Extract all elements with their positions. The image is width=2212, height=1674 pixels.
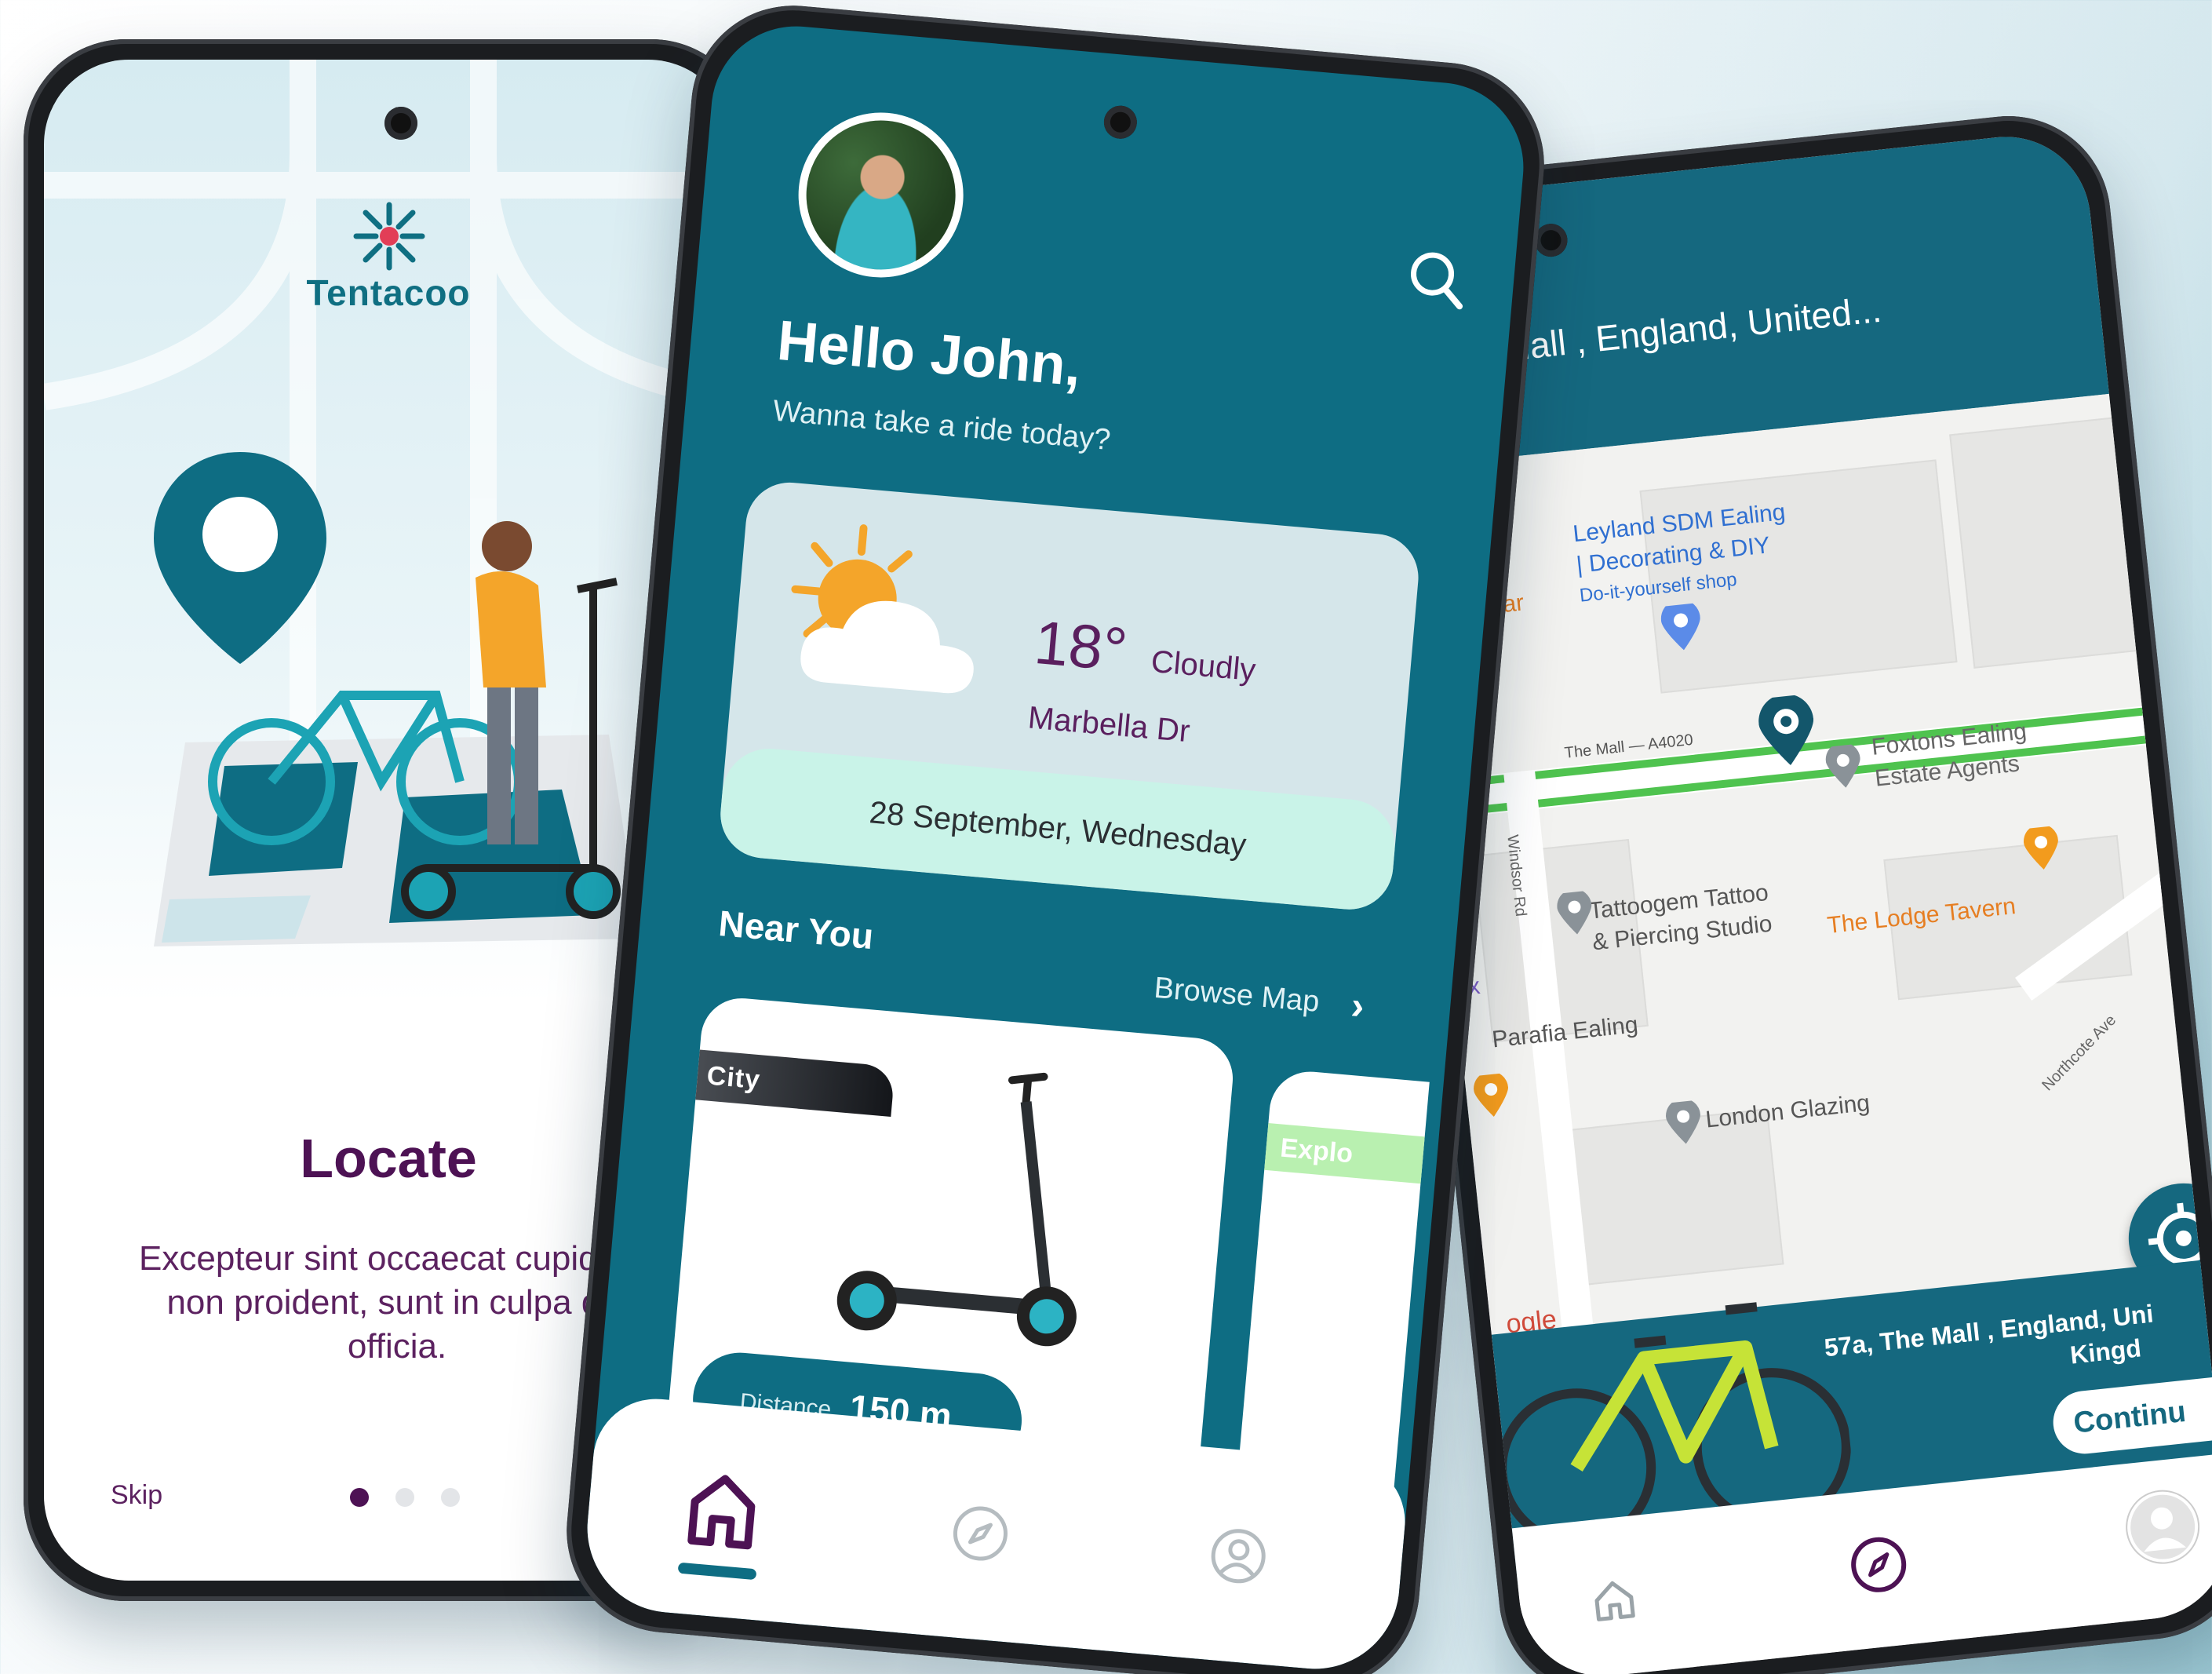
weather-temperature: 18° [1031,607,1131,684]
vehicle-category-tag: Explo [1264,1122,1425,1184]
browse-map-link[interactable]: Browse Map [1153,972,1321,1019]
shop-pin-icon[interactable] [1660,603,1704,654]
weather-card: 18° Cloudly Marbella Dr 28 September, We… [716,479,1423,914]
street-label: Northcote Ave [2039,1011,2120,1095]
active-tab-indicator [677,1562,757,1581]
page-dot-3[interactable] [441,1488,460,1507]
page-indicator [350,1488,460,1507]
partly-cloudy-icon [791,524,974,694]
greeting-subtitle: Wanna take a ride today? [771,394,1112,458]
continue-button[interactable]: Continu [2050,1368,2212,1457]
home-screen: Hello John, Wanna take a ride today? 18°… [580,19,1531,1674]
destination-address: 57a, The Mall , England, Uni Kingd [1823,1297,2159,1398]
near-you-heading: Near You [716,903,876,957]
brand-name: Tentacoo [306,272,471,313]
compass-icon[interactable] [1844,1530,1913,1599]
map-view[interactable]: Leyland SDM Ealing | Decorating & DIY Do… [1400,393,2208,1406]
place-pin-icon[interactable] [1556,890,1595,937]
locate-illustration [154,452,640,946]
home-icon[interactable] [1588,1574,1640,1626]
food-pin-icon[interactable] [1472,1072,1511,1120]
bar-pin-icon[interactable] [2022,825,2061,873]
compass-icon[interactable] [946,1500,1015,1568]
scooter-image [836,1072,1077,1347]
search-icon[interactable] [1403,245,1471,313]
user-avatar[interactable] [791,105,971,285]
map-building [1949,416,2146,669]
home-icon[interactable] [680,1464,765,1557]
tentacoo-logo-icon [353,202,425,271]
profile-avatar[interactable] [2123,1488,2202,1566]
current-location-pin-icon [1758,694,1814,765]
weather-location: Marbella Dr [1026,700,1192,749]
user-icon [2144,1507,2187,1552]
camera-punch-hole [1102,104,1139,140]
place-label[interactable]: London Glazing [1704,1090,1871,1134]
place-pin-icon[interactable] [1664,1100,1704,1147]
chevron-right-icon[interactable]: › [1349,983,1366,1029]
greeting: Hello John, [774,308,1084,399]
place-pin-icon[interactable] [1824,743,1864,791]
date-bar: 28 September, Wednesday [716,744,1399,914]
weather-condition: Cloudly [1150,644,1257,688]
phone-home: Hello John, Wanna take a ride today? 18°… [558,0,1553,1674]
page-dot-2[interactable] [395,1488,414,1507]
profile-icon[interactable] [1204,1522,1273,1590]
camera-punch-hole [384,107,417,140]
skip-button[interactable]: Skip [111,1480,162,1511]
page-dot-1[interactable] [350,1488,369,1507]
